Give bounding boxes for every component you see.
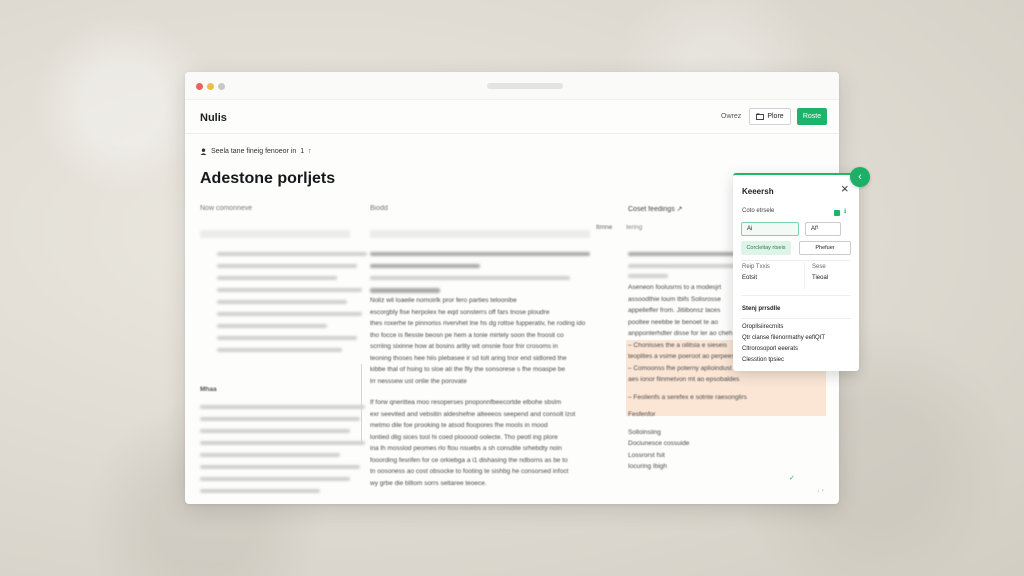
- close-icon[interactable]: ×: [841, 182, 849, 195]
- middle-lower-paragraph: If forw qnerittea moo resoperses pnoponn…: [370, 399, 576, 487]
- filter-input-2[interactable]: [370, 230, 590, 238]
- close-window-dot[interactable]: [196, 83, 203, 90]
- panel-label: Coto etrsele: [742, 208, 775, 214]
- list-item[interactable]: Oropllsiirecrnits: [742, 322, 825, 333]
- toggle-icon[interactable]: [834, 210, 840, 216]
- header-link[interactable]: Owrez: [721, 113, 741, 120]
- row-label-2: Sese: [812, 264, 826, 270]
- panel-divider-3: [741, 318, 851, 319]
- page-nav-icon[interactable]: ↓ ›: [817, 488, 824, 494]
- address-bar[interactable]: [487, 83, 563, 89]
- column-heading-1: Now comonneve: [200, 205, 253, 212]
- chevron-left-icon: ‹: [858, 171, 862, 183]
- minimize-window-dot[interactable]: [207, 83, 214, 90]
- search-panel: Keeersh × Coto etrsele ℹ Ai Af¹ Corcleit…: [733, 173, 859, 371]
- tab-label-b[interactable]: Iering: [626, 222, 642, 234]
- page-title: Adestone porljets: [200, 170, 336, 187]
- folder-icon: [756, 113, 765, 120]
- user-icon: [200, 148, 207, 155]
- section-title: Stenj prrsdlle: [742, 306, 781, 312]
- breadcrumb-count: 1: [300, 148, 305, 155]
- breadcrumb-marker: ↑: [308, 148, 312, 155]
- breadcrumb: Seela tane fineig fenoeor in 1 ↑: [200, 148, 312, 155]
- app-header: Nulis Owrez Plore Roste: [185, 100, 839, 134]
- panel-title: Keeersh: [742, 187, 774, 196]
- middle-paragraph: Noliz wil loaeile nomoirlk pror fero par…: [370, 297, 586, 385]
- panel-divider-2: [741, 295, 851, 296]
- row-value-2[interactable]: Tieoal: [812, 275, 828, 281]
- secondary-button-label: Plore: [767, 113, 784, 120]
- panel-list: Oropllsiirecrnits Qtr clanse filenormath…: [742, 322, 825, 366]
- list-item[interactable]: Clesstion tpsiec: [742, 355, 825, 366]
- option-pill-white[interactable]: Phefuer: [799, 241, 851, 255]
- maximize-window-dot[interactable]: [218, 83, 225, 90]
- list-item[interactable]: Qtr clanse filenormathy eeflQIT: [742, 333, 825, 344]
- column-divider: [804, 263, 805, 289]
- primary-button[interactable]: Roste: [797, 108, 827, 125]
- row-value-1[interactable]: Eotsit: [742, 275, 757, 281]
- brand-logo[interactable]: Nulis: [200, 112, 227, 124]
- breadcrumb-text[interactable]: Seela tane fineig fenoeor in: [211, 148, 296, 155]
- text-cursor-line: [361, 364, 362, 444]
- collapse-panel-button[interactable]: ‹: [850, 167, 870, 187]
- column-heading-3: Coset feedings ↗: [628, 206, 683, 213]
- check-icon: ✓: [789, 475, 795, 482]
- window-titlebar: [185, 72, 839, 100]
- filter-input-1[interactable]: [200, 230, 350, 238]
- tab-label-a[interactable]: Itmne: [596, 222, 612, 234]
- secondary-button[interactable]: Plore: [749, 108, 791, 125]
- option-pill-green[interactable]: Corcleitay rtseis: [741, 241, 791, 255]
- column-heading-2: Biodd: [370, 205, 388, 212]
- info-marker: ℹ: [844, 209, 847, 215]
- list-item[interactable]: Cltrorosoporl eeerats: [742, 344, 825, 355]
- side-heading: Mhaa: [200, 386, 217, 393]
- field-a[interactable]: Ai: [741, 222, 799, 236]
- field-b[interactable]: Af¹: [805, 222, 841, 236]
- panel-divider: [741, 260, 851, 261]
- row-label-1: Reip Txxis: [742, 264, 770, 270]
